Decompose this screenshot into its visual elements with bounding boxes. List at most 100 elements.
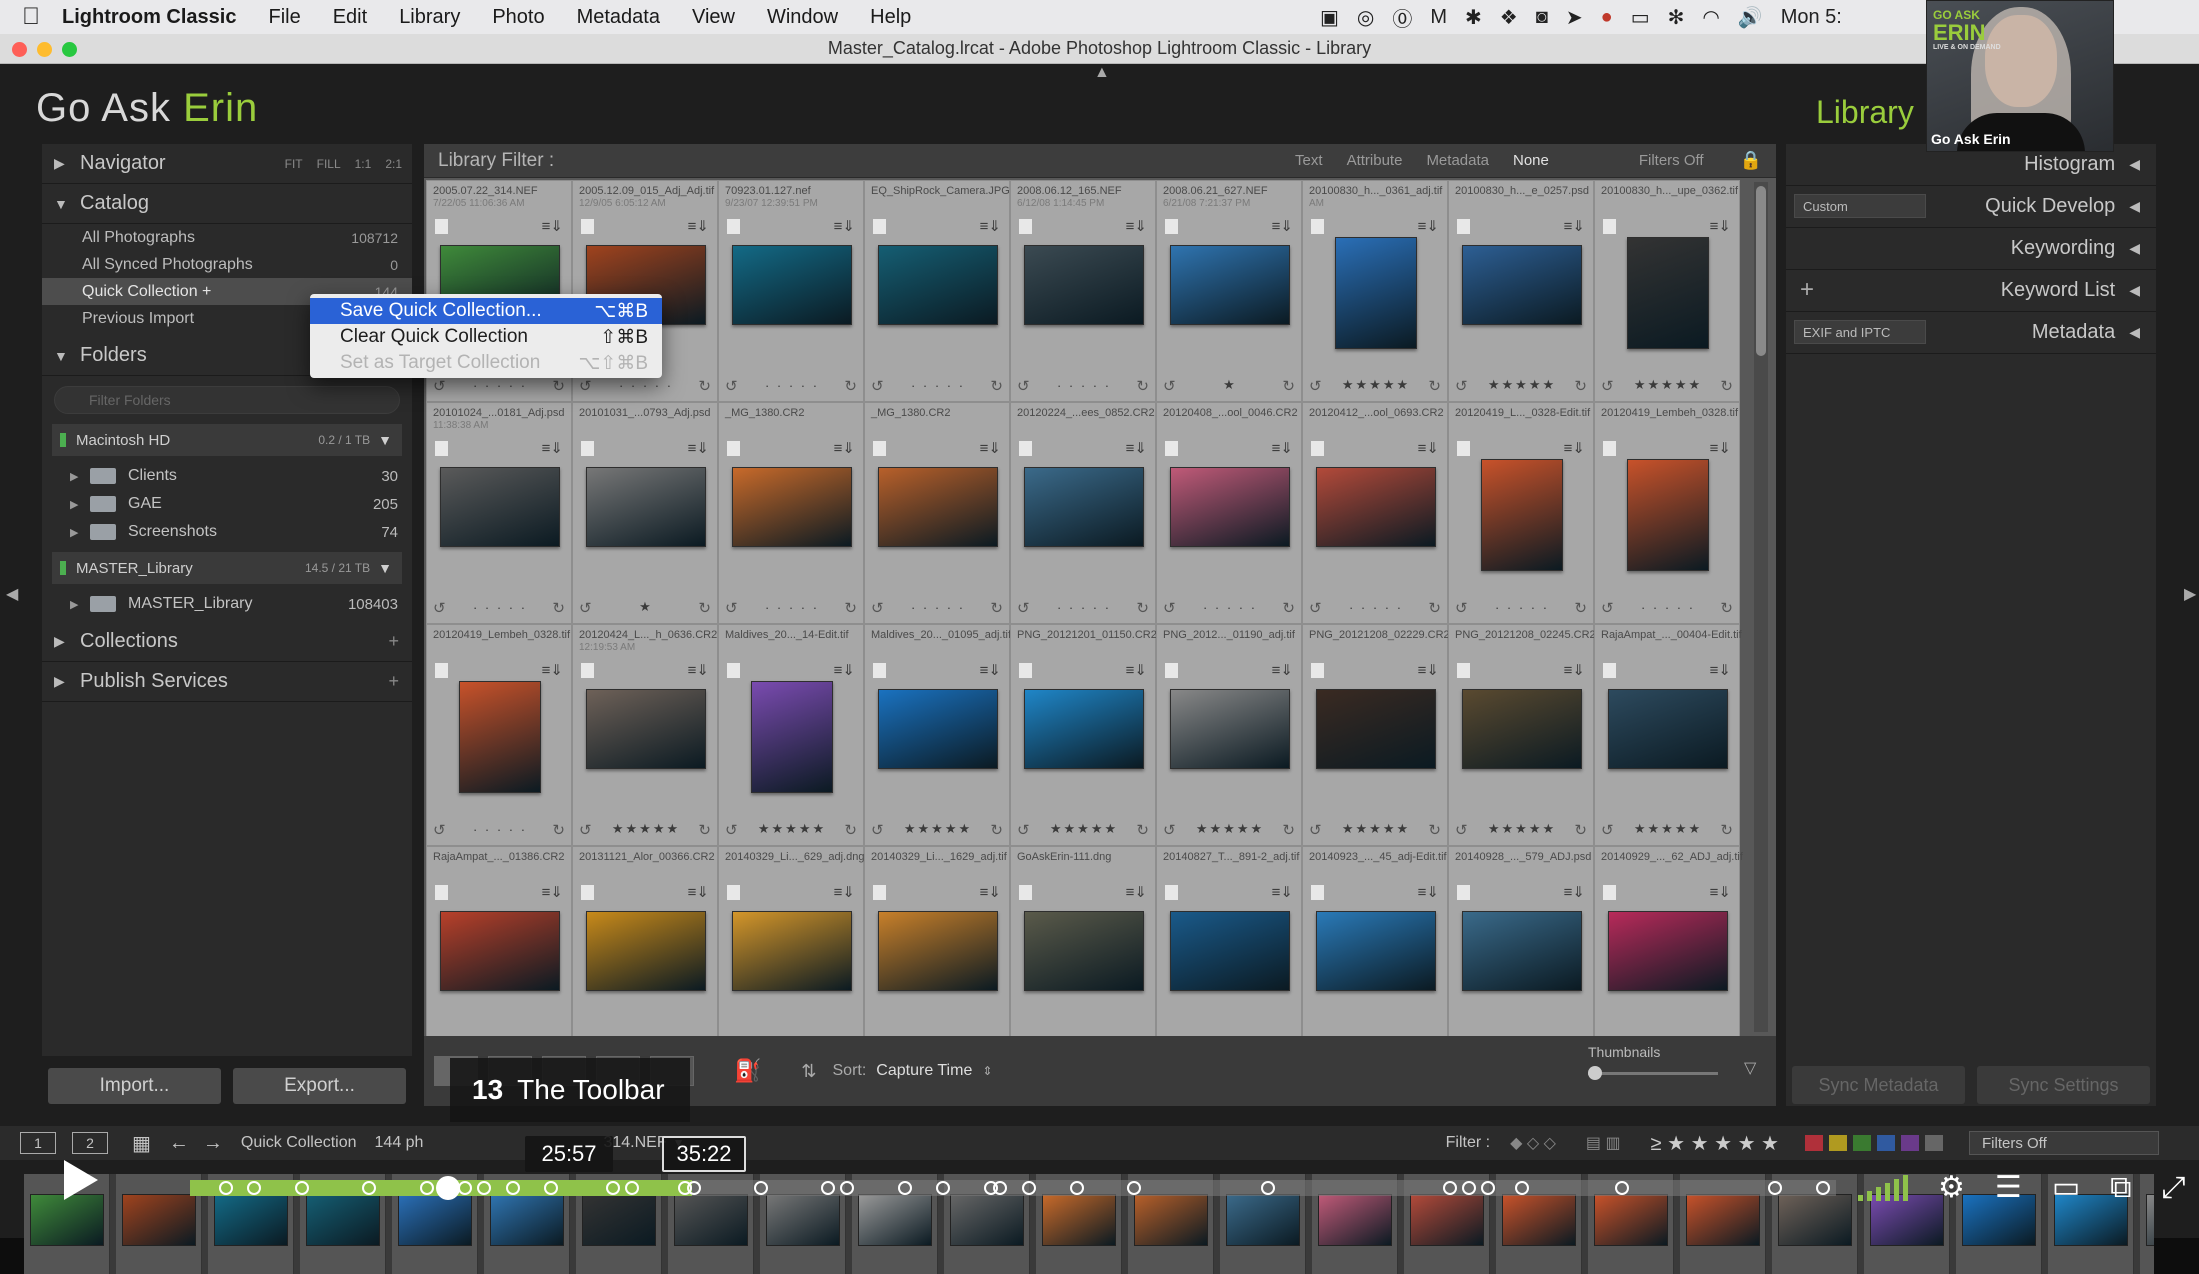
zoom-fit[interactable]: FIT [285,157,303,171]
clear-quick-collection-item[interactable]: Clear Quick Collection ⇧⌘B [310,324,662,350]
chapter-marker[interactable] [821,1181,836,1195]
chapter-marker[interactable] [1462,1181,1477,1195]
metadata-badge-icon[interactable]: ≡⇓ [1564,439,1585,457]
rotate-right-icon[interactable]: ↻ [1428,821,1441,839]
metadata-badge-icon[interactable]: ≡⇓ [1710,883,1731,901]
rotate-left-icon[interactable]: ↺ [871,821,884,839]
metadata-badge-icon[interactable]: ≡⇓ [1272,439,1293,457]
star-rating[interactable]: · · · · · [451,378,549,393]
rotate-right-icon[interactable]: ↻ [1574,377,1587,395]
flag-icon[interactable] [1457,885,1470,900]
chapter-marker[interactable] [543,1181,558,1195]
photo-thumbnail[interactable] [1170,467,1290,547]
star-rating[interactable]: ★ [1181,377,1279,393]
grid-cell[interactable]: 2008.06.12_165.NEF 6/12/08 1:14:45 PM ≡⇓ ↺ ·… [1010,180,1156,402]
rotate-right-icon[interactable]: ↻ [844,377,857,395]
flag-icon[interactable] [435,663,448,678]
photo-thumbnail[interactable] [1462,245,1582,325]
rotate-right-icon[interactable]: ↻ [990,377,1003,395]
rotate-left-icon[interactable]: ↺ [1455,377,1468,395]
filter-text[interactable]: Text [1295,152,1323,169]
color-label-blue[interactable] [1877,1135,1895,1151]
grid-cell[interactable]: 20120419_L..._0328-Edit.tif ≡⇓ ↺ · · · · · ↻ [1448,402,1594,624]
star-rating[interactable]: · · · · · [1035,600,1133,615]
photo-thumbnail[interactable] [1024,689,1144,769]
rotate-left-icon[interactable]: ↺ [871,377,884,395]
grid-cell[interactable]: 20140329_Li..._1629_adj.tif≡⇓↺· · · · ·↻ [864,846,1010,1036]
metadata-badge-icon[interactable]: ≡⇓ [1710,439,1731,457]
photo-thumbnail[interactable] [1024,911,1144,991]
rotate-right-icon[interactable]: ↻ [1720,377,1733,395]
menu-file[interactable]: File [268,6,300,29]
rotate-right-icon[interactable]: ↻ [844,599,857,617]
photo-thumbnail[interactable] [1462,911,1582,991]
rotate-right-icon[interactable]: ↻ [698,377,711,395]
chapter-marker[interactable] [606,1181,621,1195]
rotate-right-icon[interactable]: ↻ [990,821,1003,839]
flag-icon[interactable] [1165,219,1178,234]
metadata-badge-icon[interactable]: ≡⇓ [542,661,563,679]
filter-attribute[interactable]: Attribute [1347,152,1403,169]
metadata-badge-icon[interactable]: ≡⇓ [1710,217,1731,235]
photo-thumbnail[interactable] [1170,245,1290,325]
chapter-marker[interactable] [1069,1181,1084,1195]
grid-cell[interactable]: 20120224_...ees_0852.CR2 ≡⇓ ↺ · · · · · ↻ [1010,402,1156,624]
fullscreen-icon[interactable]: ⤢ [2162,1171,2186,1205]
dropbox-icon[interactable]: ❖ [1500,5,1518,30]
grid-cell[interactable]: 20101024_...0181_Adj.psd 11:38:38 AM ≡⇓ ↺ · … [426,402,572,624]
metadata-badge-icon[interactable]: ≡⇓ [980,883,1001,901]
star-rating[interactable]: · · · · · [1181,600,1279,615]
photo-thumbnail[interactable] [1627,459,1709,571]
star-rating[interactable]: · · · · · [1619,600,1717,615]
1password-icon[interactable]: ⓪ [1392,3,1412,32]
chapter-marker[interactable] [1127,1181,1142,1195]
metadata-badge-icon[interactable]: ≡⇓ [1272,217,1293,235]
flag-icon[interactable] [727,663,740,678]
navigator-header[interactable]: ▶ Navigator FIT FILL 1:1 2:1 [42,144,412,184]
grid-cell[interactable]: _MG_1380.CR2 ≡⇓ ↺ · · · · · ↻ [718,402,864,624]
panel-quick-develop[interactable]: Custom Quick Develop ◀ [1786,186,2156,228]
photo-thumbnail[interactable] [751,681,833,793]
grid-cell[interactable]: 70923.01.127.nef 9/23/07 12:39:51 PM ≡⇓ ↺ · … [718,180,864,402]
metadata-badge-icon[interactable]: ≡⇓ [1564,217,1585,235]
thumbnail-size-slider[interactable] [1588,1066,1718,1080]
filmstrip-filter-select[interactable]: Filters Off [1969,1131,2159,1155]
back-arrow-icon[interactable]: ← [169,1132,189,1155]
metadata-badge-icon[interactable]: ≡⇓ [1418,883,1439,901]
metadata-badge-icon[interactable]: ≡⇓ [688,661,709,679]
right-panel-toggle-icon[interactable]: ▶ [2184,584,2196,604]
rotate-left-icon[interactable]: ↺ [1455,821,1468,839]
star-rating[interactable]: · · · · · [889,600,987,615]
grid-cell[interactable]: 2008.06.21_627.NEF 6/21/08 7:21:37 PM ≡⇓ ↺ ★… [1156,180,1302,402]
menu-view[interactable]: View [692,6,735,29]
flag-icon[interactable] [1603,885,1616,900]
rotate-left-icon[interactable]: ↺ [1309,599,1322,617]
rotate-left-icon[interactable]: ↺ [1163,599,1176,617]
flag-icon[interactable] [873,885,886,900]
grid-cell[interactable]: PNG_20121201_01150.CR2 ≡⇓ ↺ ★★★★★ ↻ [1010,624,1157,846]
star-rating[interactable]: · · · · · [1473,600,1571,615]
grid-cell[interactable]: 20140928_..._579_ADJ.psd≡⇓↺· · · · ·↻ [1448,846,1594,1036]
rotate-left-icon[interactable]: ↺ [1017,821,1030,839]
rotate-right-icon[interactable]: ↻ [1282,377,1295,395]
rotate-left-icon[interactable]: ↺ [433,599,446,617]
chapter-marker[interactable] [1615,1181,1630,1195]
flag-icon[interactable] [1311,663,1324,678]
chapter-marker[interactable] [840,1181,855,1195]
flag-icon[interactable] [1165,441,1178,456]
m-icon[interactable]: M [1430,6,1447,29]
rotate-left-icon[interactable]: ↺ [579,377,592,395]
sync-settings-button[interactable]: Sync Settings [1977,1066,2150,1104]
color-label-purple[interactable] [1901,1135,1919,1151]
star-rating[interactable]: ★★★★★ [1327,377,1425,393]
screen-icon[interactable]: ▣ [1320,5,1339,30]
chapter-marker[interactable] [993,1181,1008,1195]
metadata-badge-icon[interactable]: ≡⇓ [1126,439,1147,457]
flag-icon[interactable] [1603,663,1616,678]
star-rating[interactable]: ★★★★★ [889,821,987,837]
top-panel-toggle-icon[interactable]: ▲ [1094,64,1110,82]
photo-thumbnail[interactable] [440,467,560,547]
star-rating[interactable]: ★ [597,599,695,615]
photo-thumbnail[interactable] [1024,467,1144,547]
chapter-marker[interactable] [1261,1181,1276,1195]
